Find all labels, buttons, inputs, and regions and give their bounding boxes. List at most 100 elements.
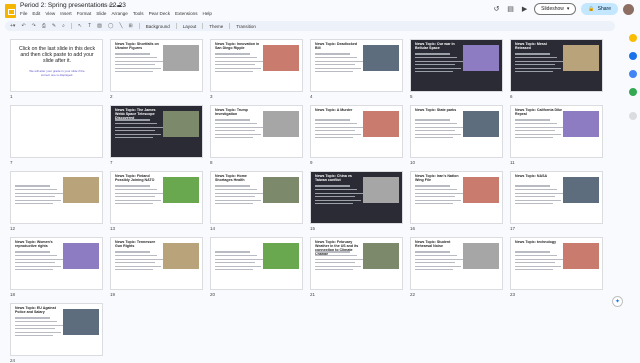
text-line <box>415 269 453 270</box>
menu-help[interactable]: Help <box>203 11 212 16</box>
image-icon[interactable]: ▨ <box>97 23 102 29</box>
text-line <box>415 262 455 263</box>
slide-thumbnail[interactable]: News Topic: Deadlocked Bill <box>310 39 403 92</box>
slide-thumbnail[interactable]: News Topic: California Dike Repeal <box>510 105 603 158</box>
slideshow-button[interactable]: Slideshow▾ <box>534 3 576 15</box>
text-line <box>315 269 353 270</box>
chevron-down-icon[interactable]: ▾ <box>567 6 570 12</box>
slide-image <box>463 111 499 137</box>
cloud-icon[interactable]: ☁ <box>116 3 124 9</box>
slide-thumbnail[interactable]: News Topic: NASA <box>510 171 603 224</box>
tasks-icon[interactable] <box>629 52 637 60</box>
slide-thumbnail[interactable] <box>10 105 103 158</box>
line-icon[interactable]: ╲ <box>119 23 122 29</box>
slide-thumbnail[interactable]: News Topic: Trump Investigation <box>210 105 303 158</box>
slide-thumbnail[interactable]: News Topic: Women's reproductive rights <box>10 237 103 290</box>
slide-thumbnail[interactable]: News Topic: The James Webb Space Telesco… <box>110 105 203 158</box>
select-icon[interactable]: ↖ <box>78 23 82 29</box>
paint-format-icon[interactable]: ✎ <box>52 23 56 29</box>
folder-icon[interactable]: ▭ <box>108 3 116 9</box>
slide-number: 6 <box>510 94 513 99</box>
maps-icon[interactable] <box>629 88 637 96</box>
text-line <box>515 193 563 194</box>
slide-thumbnail[interactable]: News Topic: Student Rehearsal Noise <box>410 237 503 290</box>
text-line <box>415 259 463 260</box>
slide-thumbnail[interactable]: News Topic: Innovation in San Diego Ripp… <box>210 39 303 92</box>
text-line <box>215 262 255 263</box>
layout-button[interactable]: Layout <box>183 24 197 29</box>
slide-thumbnail[interactable]: News Topic: Messi Released <box>510 39 603 92</box>
menu-arrange[interactable]: Arrange <box>111 11 127 16</box>
slide-thumbnail[interactable]: News Topic: EU Against Police and Salary <box>10 303 103 356</box>
text-line <box>115 61 163 62</box>
menu-edit[interactable]: Edit <box>32 11 40 16</box>
menu-view[interactable]: View <box>45 11 55 16</box>
comment-icon[interactable]: ▤ <box>506 5 515 13</box>
slide-thumbnail[interactable]: News Topic: State parks <box>410 105 503 158</box>
explore-icon[interactable]: ✦ <box>612 296 623 307</box>
slide-image <box>63 309 99 335</box>
slide-image <box>63 243 99 269</box>
slide-title: News Topic: NASA <box>515 175 563 179</box>
text-line <box>115 68 161 69</box>
undo-icon[interactable]: ↶ <box>21 23 25 29</box>
keep-icon[interactable] <box>629 34 637 42</box>
slide-thumbnail[interactable]: News Topic: A Murder <box>310 105 403 158</box>
text-line <box>115 134 161 135</box>
menu-file[interactable]: File <box>20 11 27 16</box>
slides-logo-icon[interactable] <box>5 4 16 18</box>
menu-pear-deck[interactable]: Pear Deck <box>149 11 170 16</box>
slide-thumbnail[interactable]: News Topic: Home Shortages Health <box>210 171 303 224</box>
slide-image <box>363 45 399 71</box>
zoom-icon[interactable]: ⌕ <box>62 23 65 29</box>
text-line <box>415 68 461 69</box>
slide-number: 8 <box>210 160 213 165</box>
slide-title: News Topic: Iran's Nation Wing File <box>415 175 463 183</box>
slide-image <box>363 111 399 137</box>
slide-thumbnail[interactable]: News Topic: Shortfalls on Ukraine Figure… <box>110 39 203 92</box>
menu-tools[interactable]: Tools <box>133 11 144 16</box>
share-button[interactable]: 🔒Share <box>581 3 618 15</box>
background-button[interactable]: Background <box>146 24 170 29</box>
add-icon[interactable] <box>629 112 637 120</box>
text-line <box>215 196 255 197</box>
transition-button[interactable]: Transition <box>236 24 256 29</box>
text-line <box>215 61 263 62</box>
menu-slide[interactable]: Slide <box>96 11 106 16</box>
slide-image <box>463 243 499 269</box>
redo-icon[interactable]: ↷ <box>32 23 36 29</box>
text-line <box>315 203 353 204</box>
slide-thumbnail[interactable]: News Topic: February Weather in the US a… <box>310 237 403 290</box>
print-icon[interactable]: ⎙ <box>42 23 46 29</box>
slide-thumbnail[interactable] <box>210 237 303 290</box>
slide-number: 9 <box>310 160 313 165</box>
text-line <box>415 255 457 256</box>
text-line <box>515 57 557 58</box>
slide-thumbnail[interactable]: News Topic: technology <box>510 237 603 290</box>
slide-thumbnail[interactable]: News Topic: Our war in Bellular Space <box>410 39 503 92</box>
avatar[interactable] <box>623 4 634 15</box>
menu-insert[interactable]: Insert <box>60 11 72 16</box>
slide-body-lines <box>215 183 265 207</box>
slide-number: 17 <box>510 226 515 231</box>
slide-number: 24 <box>10 358 15 363</box>
theme-button[interactable]: Theme <box>209 24 223 29</box>
slide-thumbnail[interactable]: News Topic: Finland Possibly Joining NAT… <box>110 171 203 224</box>
slide-body-lines <box>515 183 565 207</box>
slide-thumbnail[interactable]: News Topic: China vs Taiwan conflict <box>310 171 403 224</box>
contacts-icon[interactable] <box>629 70 637 78</box>
slide-number: 14 <box>210 226 215 231</box>
slide-thumbnail[interactable]: Click on the last slide in this deck and… <box>10 39 103 92</box>
shape-icon[interactable]: ◯ <box>108 23 114 29</box>
slide-thumbnail[interactable]: News Topic: Iran's Nation Wing File <box>410 171 503 224</box>
menu-extensions[interactable]: Extensions <box>175 11 197 16</box>
history-icon[interactable]: ↺ <box>492 5 501 13</box>
add-slide-icon[interactable]: +▾ <box>10 23 15 29</box>
textbox-icon[interactable]: T <box>88 23 91 29</box>
comment-add-icon[interactable]: ⊞ <box>129 23 133 29</box>
slide-thumbnail[interactable] <box>10 171 103 224</box>
meet-icon[interactable]: ▶ <box>520 5 529 13</box>
slide-thumbnail[interactable]: News Topic: Tennessee Gun Rights <box>110 237 203 290</box>
menu-format[interactable]: Format <box>77 11 92 16</box>
slide-title: News Topic: Women's reproductive rights <box>15 241 63 249</box>
